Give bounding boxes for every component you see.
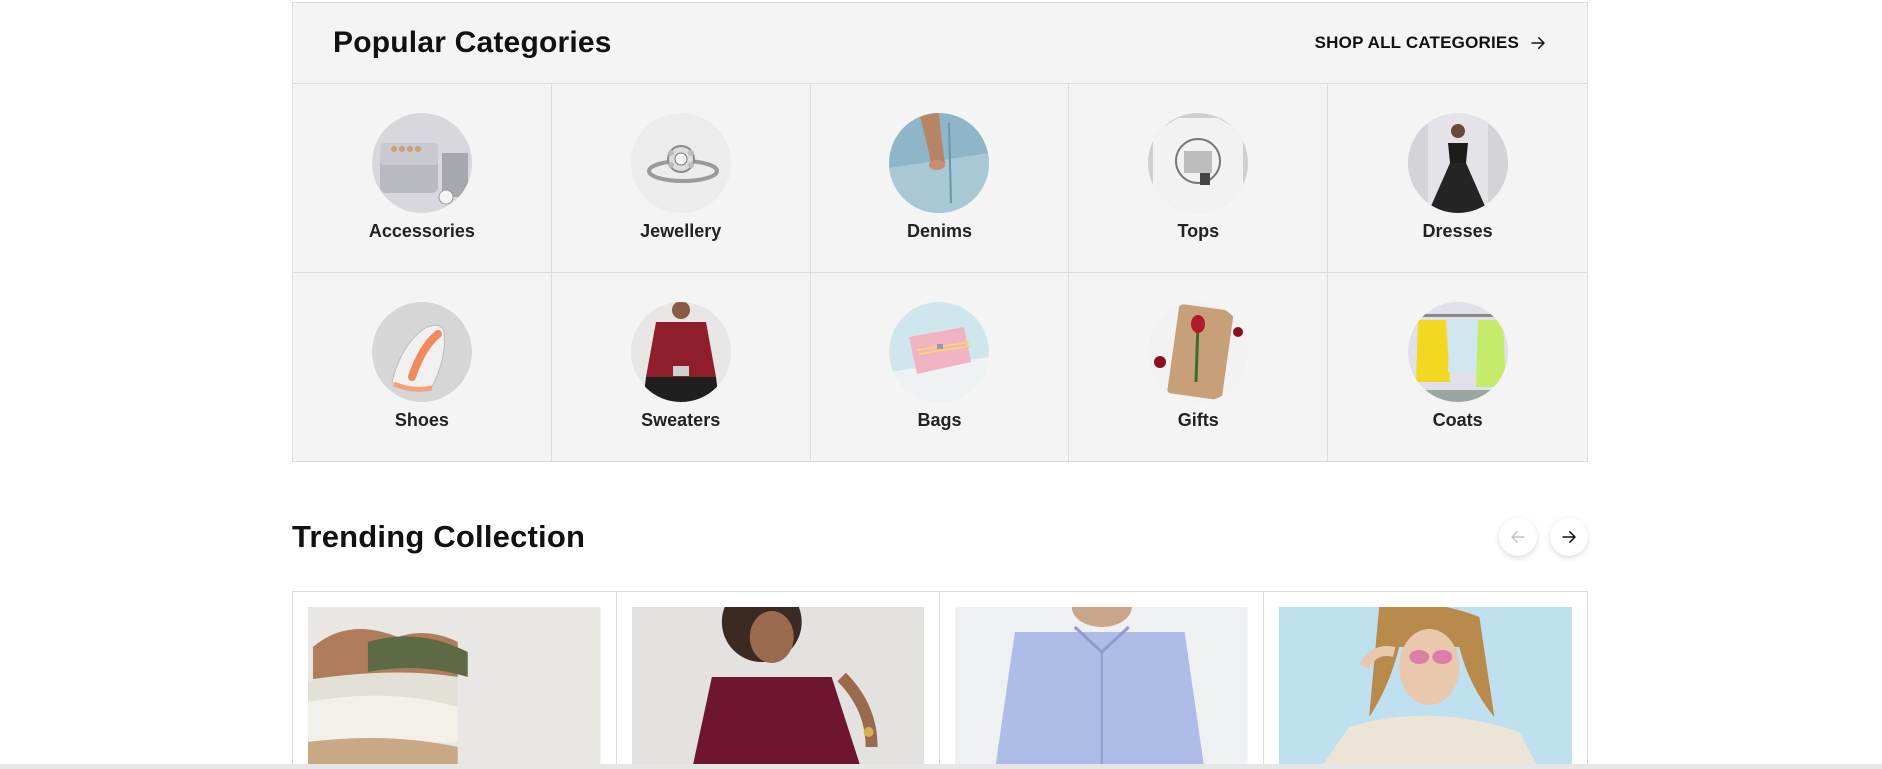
category-bags[interactable]: Bags <box>811 273 1070 462</box>
category-image-accessories <box>371 113 472 213</box>
category-denims[interactable]: Denims <box>810 84 1070 273</box>
category-image-jewellery <box>630 113 731 213</box>
category-image-sweaters <box>630 302 731 402</box>
category-image-gifts <box>1148 302 1249 402</box>
popular-categories-header: Popular Categories SHOP ALL CATEGORIES <box>293 3 1587 84</box>
category-label: Tops <box>1177 221 1220 241</box>
product-image <box>308 607 601 769</box>
category-label: Jewellery <box>640 221 722 241</box>
category-label: Gifts <box>1177 410 1219 430</box>
bottom-edge-bar <box>0 764 1882 769</box>
category-image-dresses <box>1407 113 1508 213</box>
carousel-controls <box>1499 518 1588 556</box>
shop-all-categories-link[interactable]: SHOP ALL CATEGORIES <box>1315 33 1547 53</box>
category-label: Sweaters <box>641 410 721 430</box>
popular-categories-title: Popular Categories <box>333 26 612 59</box>
product-card[interactable] <box>940 592 1264 769</box>
category-tops[interactable]: Tops <box>1069 84 1329 273</box>
category-grid: Accessories Jewellery Denims Tops Dresse… <box>293 84 1587 462</box>
product-image <box>631 607 924 769</box>
category-label: Denims <box>906 221 972 241</box>
category-shoes[interactable]: Shoes <box>293 273 552 462</box>
carousel-next-button[interactable] <box>1550 518 1588 556</box>
category-dresses[interactable]: Dresses <box>1328 84 1587 273</box>
category-jewellery[interactable]: Jewellery <box>551 84 811 273</box>
category-accessories[interactable]: Accessories <box>293 84 552 273</box>
category-image-bags <box>889 302 990 402</box>
trending-product-row <box>292 591 1588 769</box>
trending-title: Trending Collection <box>292 519 586 554</box>
popular-categories-section: Popular Categories SHOP ALL CATEGORIES A… <box>292 2 1588 462</box>
arrow-right-icon <box>1531 37 1545 49</box>
product-card[interactable] <box>293 592 617 769</box>
category-image-denims <box>889 113 990 213</box>
category-label: Bags <box>917 410 962 430</box>
category-label: Shoes <box>394 410 449 430</box>
category-label: Accessories <box>368 221 475 241</box>
product-card[interactable] <box>1264 592 1588 769</box>
category-image-shoes <box>371 302 472 402</box>
product-image <box>1278 607 1572 769</box>
category-coats[interactable]: Coats <box>1328 273 1587 462</box>
category-image-tops <box>1148 113 1249 213</box>
category-label: Dresses <box>1422 221 1493 241</box>
category-label: Coats <box>1432 410 1483 430</box>
arrow-left-icon <box>1511 531 1525 543</box>
category-sweaters[interactable]: Sweaters <box>552 273 811 462</box>
product-image <box>955 607 1248 769</box>
category-gifts[interactable]: Gifts <box>1069 273 1329 462</box>
shop-all-label: SHOP ALL CATEGORIES <box>1314 33 1519 52</box>
category-image-coats <box>1407 302 1508 402</box>
trending-header: Trending Collection <box>292 512 1588 562</box>
carousel-prev-button[interactable] <box>1499 518 1537 556</box>
arrow-right-icon <box>1562 531 1576 543</box>
product-card[interactable] <box>617 592 940 769</box>
